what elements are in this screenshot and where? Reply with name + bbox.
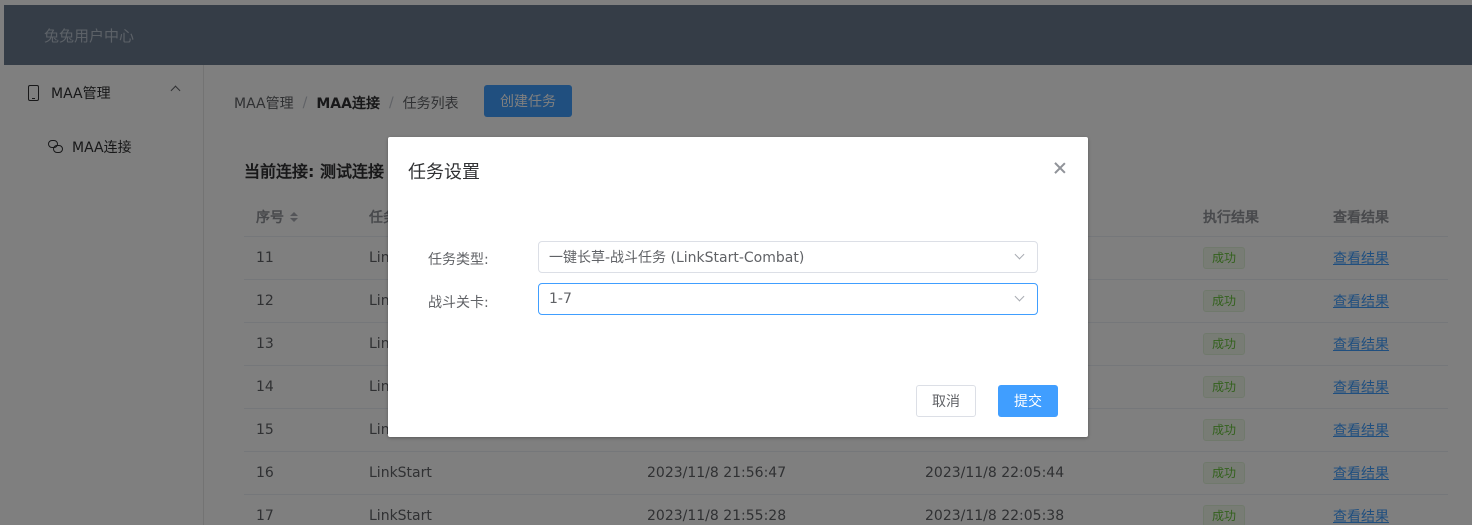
close-icon[interactable] bbox=[1053, 161, 1067, 175]
submit-button[interactable]: 提交 bbox=[998, 385, 1058, 417]
chevron-down-icon bbox=[1014, 291, 1025, 302]
chevron-down-icon bbox=[1014, 249, 1025, 260]
stage-select[interactable]: 1-7 bbox=[538, 283, 1038, 315]
task-settings-dialog: 任务设置 任务类型: 一键长草-战斗任务 (LinkStart-Combat) … bbox=[388, 137, 1088, 437]
task-type-value: 一键长草-战斗任务 (LinkStart-Combat) bbox=[549, 250, 805, 266]
task-type-select[interactable]: 一键长草-战斗任务 (LinkStart-Combat) bbox=[538, 241, 1038, 273]
stage-value: 1-7 bbox=[549, 291, 572, 307]
task-type-label: 任务类型: bbox=[428, 252, 489, 268]
cancel-button[interactable]: 取消 bbox=[916, 385, 976, 417]
stage-label: 战斗关卡: bbox=[428, 295, 489, 311]
dialog-title: 任务设置 bbox=[408, 162, 480, 183]
